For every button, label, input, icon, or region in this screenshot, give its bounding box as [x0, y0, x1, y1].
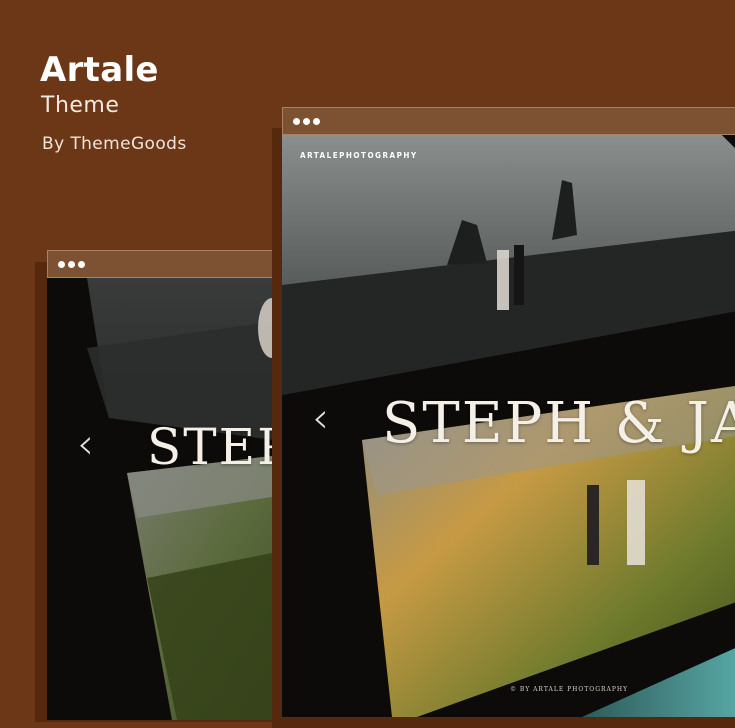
window-dot[interactable] [58, 261, 65, 268]
window-dot[interactable] [303, 118, 310, 125]
front-window-titlebar [282, 107, 735, 135]
front-hero-title: STEPH & JANE [382, 391, 735, 456]
back-slider-photos [87, 278, 297, 720]
back-prev-arrow[interactable]: ‹ [77, 423, 94, 465]
window-dot[interactable] [78, 261, 85, 268]
brand-author: By ThemeGoods [42, 134, 187, 154]
front-groom-figure-2 [587, 485, 599, 565]
front-bride-figure [497, 250, 509, 310]
back-browser-window: ‹ STEPH & JANE [47, 250, 297, 720]
window-dot[interactable] [68, 261, 75, 268]
front-groom-figure [514, 245, 524, 305]
brand-title: Artale [40, 50, 159, 90]
window-controls[interactable] [58, 261, 85, 268]
front-site-logo[interactable]: ARTALEPHOTOGRAPHY [300, 151, 418, 160]
window-dot[interactable] [293, 118, 300, 125]
front-copyright: © BY ARTALE PHOTOGRAPHY [510, 686, 629, 693]
front-window-content: ARTALEPHOTOGRAPHY ‹ STEPH & JANE © BY AR… [282, 135, 735, 717]
front-browser-window: ARTALEPHOTOGRAPHY ‹ STEPH & JANE © BY AR… [282, 107, 735, 717]
front-bride-figure-2 [627, 480, 645, 565]
back-window-titlebar [47, 250, 297, 278]
window-controls[interactable] [293, 118, 320, 125]
window-dot[interactable] [313, 118, 320, 125]
front-sea-photo [582, 648, 735, 717]
brand-subtitle: Theme [41, 93, 120, 118]
front-prev-arrow[interactable]: ‹ [312, 397, 329, 439]
back-window-content: ‹ STEPH & JANE [47, 278, 297, 720]
